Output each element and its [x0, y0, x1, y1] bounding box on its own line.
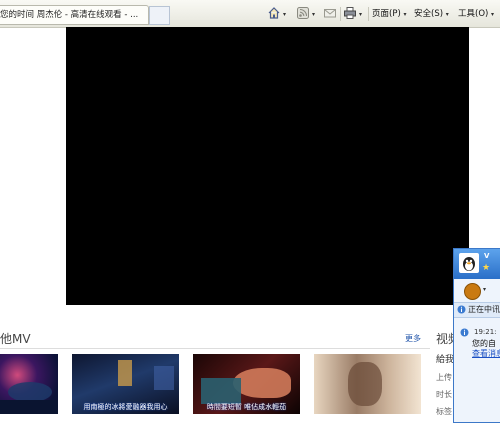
webcam-icon[interactable] [464, 283, 481, 300]
new-tab-button[interactable] [149, 6, 170, 25]
qq-message-time: 19:21: [474, 328, 497, 336]
qq-status-bar: 正在中讯 [454, 302, 500, 318]
tools-menu[interactable]: 工具(O) ▾ [458, 6, 494, 23]
info-icon [460, 328, 469, 337]
safety-menu-label: 安全(S) [414, 9, 444, 19]
qq-view-message-link[interactable]: 查看消息 [472, 348, 500, 359]
mail-icon[interactable] [324, 7, 336, 19]
tab-title: 您的时间 周杰伦 - 高清在线观看 - ... [0, 10, 139, 20]
page-menu-label: 页面(P) [372, 9, 401, 19]
section-divider [0, 348, 430, 349]
qq-status-text: 正在中讯 [468, 305, 500, 314]
qq-contact-name: V [484, 252, 490, 260]
section-title: 他MV [0, 332, 31, 346]
rss-feed-icon[interactable] [297, 7, 309, 19]
chevron-down-icon[interactable]: ▾ [483, 286, 486, 293]
mv-thumbnail-4[interactable] [314, 354, 421, 414]
mv-thumbnail-1[interactable] [0, 354, 58, 414]
more-link[interactable]: 更多 [405, 333, 421, 344]
chevron-down-icon: ▾ [491, 11, 495, 18]
mv-thumbnail-2[interactable]: 用南極的冰將愛融器我用心 [72, 354, 179, 414]
safety-menu[interactable]: 安全(S) ▾ [414, 6, 449, 23]
mv-thumbnail-3[interactable]: 時間要短暫 唯佔成水輕茄 [193, 354, 300, 414]
qq-penguin-icon [463, 257, 475, 271]
chevron-down-icon: ▾ [445, 11, 449, 18]
tools-menu-label: 工具(O) [458, 9, 489, 19]
thumbnail-caption: 用南極的冰將愛融器我用心 [83, 403, 168, 411]
printer-icon[interactable] [344, 7, 356, 19]
browser-toolbar: 您的时间 周杰伦 - 高清在线观看 - ... ▾ ▾ ▾ 页面(P) ▾ 安全… [0, 0, 500, 28]
video-player[interactable] [66, 27, 469, 305]
avatar [459, 253, 479, 273]
qq-popup-header: V ★ [454, 249, 500, 279]
qq-popup-window[interactable]: V ★ ▾ 正在中讯 19:21: 您的自 查看消息 [453, 248, 500, 423]
browser-tab[interactable]: 您的时间 周杰伦 - 高清在线观看 - ... [0, 5, 149, 25]
info-icon [457, 305, 466, 314]
chevron-down-icon: ▾ [403, 11, 407, 18]
page-menu[interactable]: 页面(P) ▾ [372, 6, 406, 23]
home-icon[interactable] [268, 7, 280, 19]
star-icon: ★ [482, 263, 491, 273]
thumbnail-caption: 時間要短暫 唯佔成水輕茄 [206, 403, 287, 411]
